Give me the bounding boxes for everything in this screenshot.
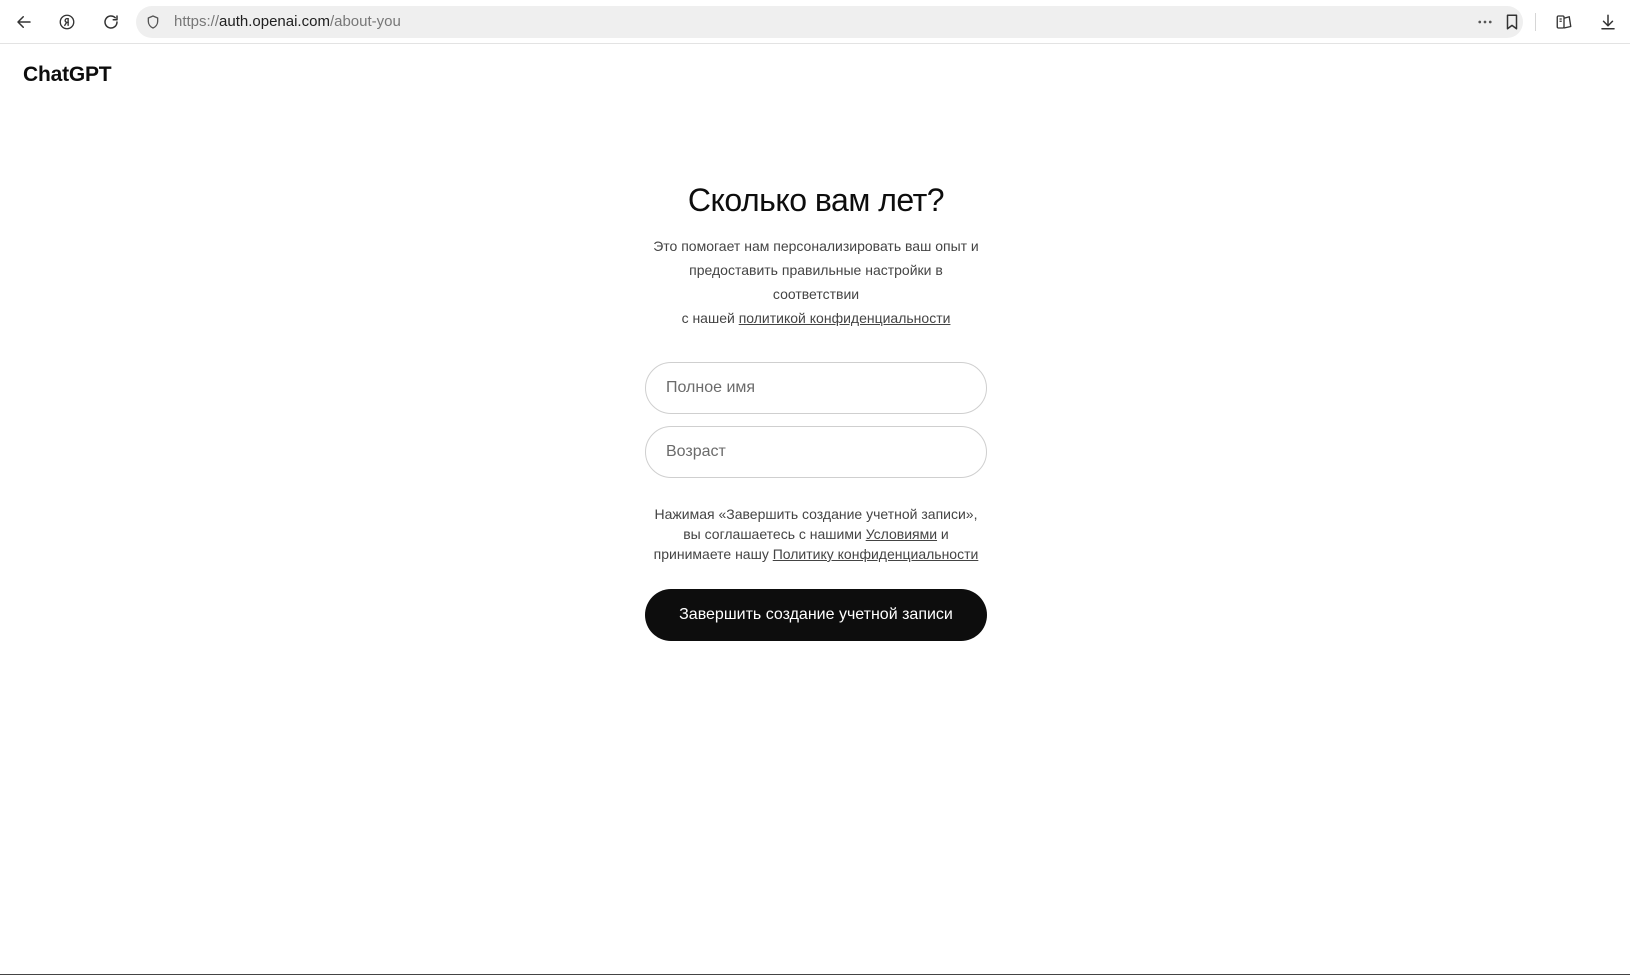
site-security-button[interactable]	[144, 13, 162, 31]
collections-button[interactable]	[1549, 7, 1579, 37]
back-button[interactable]	[9, 7, 39, 37]
url-host: auth.openai.com	[219, 13, 330, 30]
yandex-button[interactable]	[52, 7, 82, 37]
downloads-button[interactable]	[1593, 7, 1623, 37]
terms-notice: Нажимая «Завершить создание учетной запи…	[645, 504, 987, 564]
download-icon	[1601, 14, 1615, 30]
subtitle-line-2: предоставить правильные настройки в соот…	[689, 262, 943, 302]
reload-icon	[104, 15, 118, 29]
url-scheme: https://	[174, 13, 220, 30]
privacy-policy-terms-link[interactable]: Политику конфиденциальности	[773, 546, 979, 562]
more-horizontal-icon	[1478, 20, 1492, 24]
bookmark-button[interactable]	[1502, 12, 1522, 32]
page-subtitle: Это помогает нам персонализировать ваш о…	[645, 234, 987, 330]
full-name-field[interactable]	[645, 362, 987, 414]
bookmark-icon	[1506, 14, 1518, 30]
subtitle-line-1: Это помогает нам персонализировать ваш о…	[653, 238, 979, 254]
full-name-input[interactable]	[646, 363, 986, 413]
url-text[interactable]: https://auth.openai.com/about-you	[174, 6, 401, 38]
terms-line-3: принимаете нашу	[653, 546, 773, 562]
age-input[interactable]	[646, 427, 986, 477]
collections-icon	[1556, 15, 1572, 29]
age-field[interactable]	[645, 426, 987, 478]
terms-line-2: вы соглашаетесь с нашими	[683, 526, 866, 542]
about-you-form: Сколько вам лет? Это помогает нам персон…	[645, 180, 987, 641]
page-title: Сколько вам лет?	[687, 182, 945, 218]
more-button[interactable]	[1475, 12, 1495, 32]
shield-icon	[147, 15, 159, 29]
toolbar-divider	[1535, 13, 1536, 31]
address-bar[interactable]: https://auth.openai.com/about-you	[136, 6, 1523, 38]
finish-account-button[interactable]: Завершить создание учетной записи	[645, 589, 987, 641]
arrow-left-icon	[17, 16, 31, 28]
url-path: /about-you	[329, 13, 401, 30]
yandex-logo-icon	[59, 14, 75, 30]
terms-line-1: Нажимая «Завершить создание учетной запи…	[654, 506, 978, 522]
browser-toolbar: https://auth.openai.com/about-you	[0, 0, 1630, 44]
privacy-policy-link[interactable]: политикой конфиденциальности	[739, 310, 951, 326]
subtitle-line-3: с нашей	[681, 310, 739, 326]
terms-line-2-suffix: и	[937, 526, 949, 542]
reload-button[interactable]	[96, 7, 126, 37]
terms-of-use-link[interactable]: Условиями	[866, 526, 937, 542]
brand-logo[interactable]: ChatGPT	[23, 63, 112, 87]
